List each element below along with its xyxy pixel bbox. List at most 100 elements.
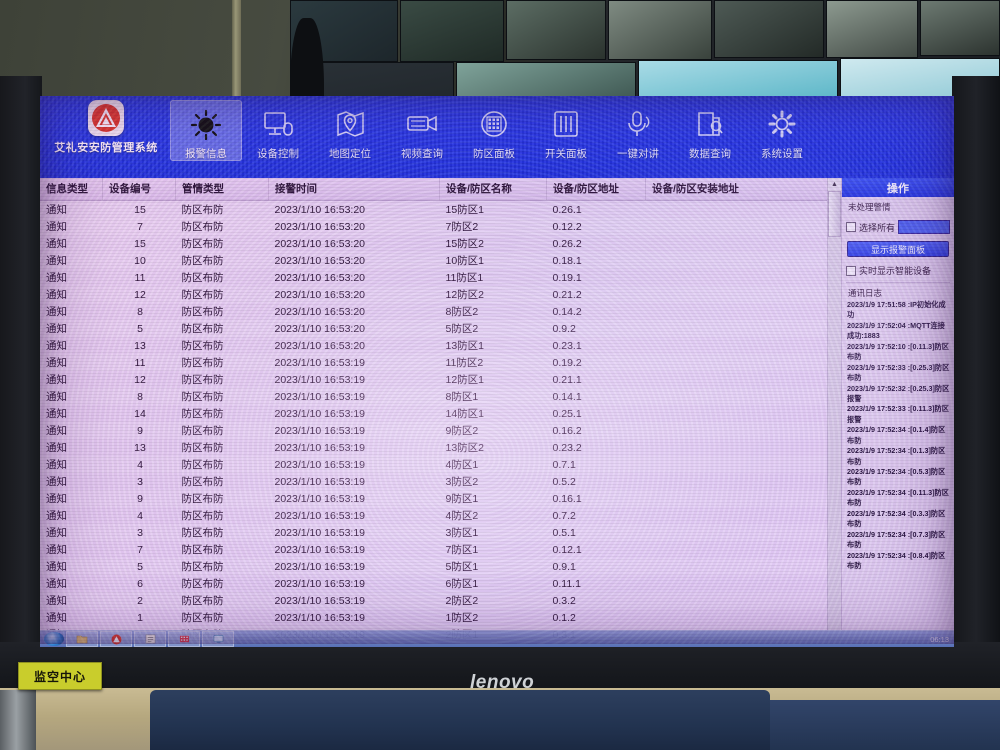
select-all-row[interactable]: 选择所有 xyxy=(842,217,954,237)
comm-log-line: 2023/1/9 17:51:58 :IP初始化成功 xyxy=(847,300,946,320)
cell-receive-time: 2023/1/10 16:53:19 xyxy=(274,509,366,522)
column-header-device-id[interactable]: 设备编号 xyxy=(102,178,176,201)
table-row[interactable]: 通知 8 防区布防 2023/1/10 16:53:20 8防区2 0.14.2 xyxy=(40,303,841,320)
toolbar-item-label: 开关面板 xyxy=(545,148,587,160)
taskbar-button-alarm-app[interactable] xyxy=(100,631,132,647)
table-row[interactable]: 通知 14 防区布防 2023/1/10 16:53:19 14防区1 0.25.1 xyxy=(40,405,841,422)
cell-receive-time: 2023/1/10 16:53:20 xyxy=(268,218,440,235)
table-row[interactable]: 通知 7 防区布防 2023/1/10 16:53:19 7防区1 0.12.1 xyxy=(40,541,841,558)
table-row[interactable]: 通知 9 防区布防 2023/1/10 16:53:19 9防区2 0.16.2 xyxy=(40,422,841,439)
table-row[interactable]: 通知 4 防区布防 2023/1/10 16:53:19 4防区2 0.7.2 xyxy=(40,507,841,524)
column-header-info-type[interactable]: 信息类型 xyxy=(40,178,103,201)
table-row[interactable]: 通知 8 防区布防 2023/1/10 16:53:19 8防区1 0.14.1 xyxy=(40,388,841,405)
column-header-receive-time[interactable]: 接警时间 xyxy=(268,178,440,201)
toolbar-item-intercom[interactable]: 一键对讲 xyxy=(602,100,674,161)
cell-receive-time: 2023/1/10 16:53:20 xyxy=(268,286,440,303)
cell-install-address xyxy=(646,575,841,592)
table-row[interactable]: 通知 3 防区布防 2023/1/10 16:53:19 3防区1 0.5.1 xyxy=(40,524,841,541)
cell-device-id: 5 xyxy=(102,320,176,337)
realtime-display-row[interactable]: 实时显示智能设备 xyxy=(842,261,954,280)
table-row[interactable]: 通知 6 防区布防 2023/1/10 16:53:19 6防区1 0.11.1 xyxy=(40,575,841,592)
toolbar-item-data-query[interactable]: 数据查询 xyxy=(674,100,746,161)
table-row[interactable]: 通知 15 防区布防 2023/1/10 16:53:20 15防区1 0.26.1 xyxy=(40,201,841,219)
table-row[interactable]: 通知 1 防区布防 2023/1/10 16:53:19 1防区2 0.1.2 xyxy=(40,609,841,626)
select-all-checkbox[interactable] xyxy=(846,222,856,233)
table-scrollbar[interactable]: ▲ xyxy=(827,178,841,644)
monitor-screen: 艾礼安安防管理系统 报警信息 设备控制 地图定位 视频查询 防区面板 开关面板 … xyxy=(40,96,954,644)
cell-install-address xyxy=(646,337,841,354)
cell-zone-name: 10防区1 xyxy=(439,252,547,269)
table-row[interactable]: 通知 11 防区布防 2023/1/10 16:53:19 11防区2 0.19.2 xyxy=(40,354,841,371)
table-row[interactable]: 通知 3 防区布防 2023/1/10 16:53:19 3防区2 0.5.2 xyxy=(40,473,841,490)
column-header-zone-name[interactable]: 设备/防区名称 xyxy=(439,178,547,201)
toolbar-item-alarm-info[interactable]: 报警信息 xyxy=(170,100,242,161)
alarm-filter-input[interactable] xyxy=(898,220,950,235)
table-row[interactable]: 通知 11 防区布防 2023/1/10 16:53:20 11防区1 0.19.1 xyxy=(40,269,841,286)
cell-zone-address: 0.26.2 xyxy=(552,237,582,250)
table-row[interactable]: 通知 4 防区布防 2023/1/10 16:53:19 4防区1 0.7.1 xyxy=(40,456,841,473)
cell-device-id: 7 xyxy=(102,218,176,235)
table-row[interactable]: 通知 5 防区布防 2023/1/10 16:53:20 5防区2 0.9.2 xyxy=(40,320,841,337)
realtime-display-label: 实时显示智能设备 xyxy=(859,266,932,277)
cell-info-type: 通知 xyxy=(40,252,103,269)
cell-zone-address: 0.23.1 xyxy=(552,339,582,352)
column-header-alarm-type[interactable]: 管情类型 xyxy=(175,178,269,201)
show-alarm-panel-button[interactable]: 显示报警面板 xyxy=(847,241,949,258)
cell-zone-address: 0.11.1 xyxy=(552,577,581,590)
windows-start-orb[interactable] xyxy=(44,632,64,646)
cell-zone-address: 0.5.1 xyxy=(546,524,646,541)
taskbar-button-monitor-app[interactable] xyxy=(202,631,234,647)
taskbar-clock[interactable]: 06:13 xyxy=(930,635,949,644)
cell-zone-name: 9防区1 xyxy=(439,490,547,507)
cell-install-address xyxy=(646,371,841,388)
cell-alarm-type: 防区布防 xyxy=(175,252,269,269)
table-row[interactable]: 通知 15 防区布防 2023/1/10 16:53:20 15防区2 0.26.2 xyxy=(40,235,841,252)
taskbar-button-explorer[interactable] xyxy=(66,631,98,647)
unhandled-alarm-label: 未处理警情 xyxy=(848,202,891,212)
cell-zone-address: 0.19.2 xyxy=(546,354,646,371)
toolbar-item-switch-panel[interactable]: 开关面板 xyxy=(530,100,602,161)
toolbar-item-device-control[interactable]: 设备控制 xyxy=(242,100,314,161)
table-row[interactable]: 通知 5 防区布防 2023/1/10 16:53:19 5防区1 0.9.1 xyxy=(40,558,841,575)
cctv-tile xyxy=(826,0,918,58)
toolbar-item-zone-panel[interactable]: 防区面板 xyxy=(458,100,530,161)
cell-receive-time: 2023/1/10 16:53:20 xyxy=(274,203,366,216)
table-row[interactable]: 通知 13 防区布防 2023/1/10 16:53:20 13防区1 0.23.1 xyxy=(40,337,841,354)
cell-install-address xyxy=(646,405,841,422)
cell-install-address xyxy=(646,201,841,219)
cell-install-address xyxy=(646,609,841,626)
cell-alarm-type: 防区布防 xyxy=(181,271,224,284)
table-row[interactable]: 通知 2 防区布防 2023/1/10 16:53:19 2防区2 0.3.2 xyxy=(40,592,841,609)
column-header-install-address[interactable]: 设备/防区安装地址 xyxy=(645,178,841,201)
comm-log-title: 通讯日志 xyxy=(848,288,883,299)
cell-zone-name: 11防区1 xyxy=(445,271,484,284)
table-row[interactable]: 通知 13 防区布防 2023/1/10 16:53:19 13防区2 0.23.2 xyxy=(40,439,841,456)
taskbar-button-notes[interactable] xyxy=(134,631,166,647)
toolbar-item-map-location[interactable]: 地图定位 xyxy=(314,100,386,161)
table-row[interactable]: 通知 9 防区布防 2023/1/10 16:53:19 9防区1 0.16.1 xyxy=(40,490,841,507)
panel-divider xyxy=(846,282,950,284)
cell-zone-name: 3防区2 xyxy=(445,475,479,488)
toolbar-item-system-settings[interactable]: 系统设置 xyxy=(746,100,818,161)
cell-info-type: 通知 xyxy=(40,456,103,473)
realtime-display-checkbox[interactable] xyxy=(846,265,856,276)
cell-receive-time: 2023/1/10 16:53:19 xyxy=(274,543,366,556)
table-row[interactable]: 通知 12 防区布防 2023/1/10 16:53:20 12防区2 0.21.2 xyxy=(40,286,841,303)
cell-receive-time: 2023/1/10 16:53:19 xyxy=(268,592,440,609)
cell-alarm-type: 防区布防 xyxy=(181,543,224,556)
scroll-up-arrow[interactable]: ▲ xyxy=(828,178,841,192)
table-row[interactable]: 通知 7 防区布防 2023/1/10 16:53:20 7防区2 0.12.2 xyxy=(40,218,841,235)
scrollbar-thumb[interactable] xyxy=(828,191,841,237)
table-row[interactable]: 通知 10 防区布防 2023/1/10 16:53:20 10防区1 0.18.1 xyxy=(40,252,841,269)
cell-zone-address: 0.23.2 xyxy=(552,441,582,454)
database-search-icon xyxy=(689,104,731,144)
cell-device-id: 3 xyxy=(137,475,143,488)
column-header-zone-address[interactable]: 设备/防区地址 xyxy=(546,178,646,201)
cell-receive-time: 2023/1/10 16:53:20 xyxy=(268,320,440,337)
comm-log-line: 2023/1/9 17:52:33 :[0.25.3]防区布防 xyxy=(847,362,950,383)
photo-scene: ThinkVision lenovo 监空中心 艾礼安安防管理系统 xyxy=(0,0,1000,750)
toolbar-item-video-query[interactable]: 视频查询 xyxy=(386,100,458,161)
table-row[interactable]: 通知 12 防区布防 2023/1/10 16:53:19 12防区1 0.21.1 xyxy=(40,371,841,388)
comm-log-list[interactable]: 2023/1/9 17:51:58 :IP初始化成功 2023/1/9 17:52… xyxy=(842,300,954,644)
taskbar-button-media[interactable] xyxy=(168,631,200,647)
